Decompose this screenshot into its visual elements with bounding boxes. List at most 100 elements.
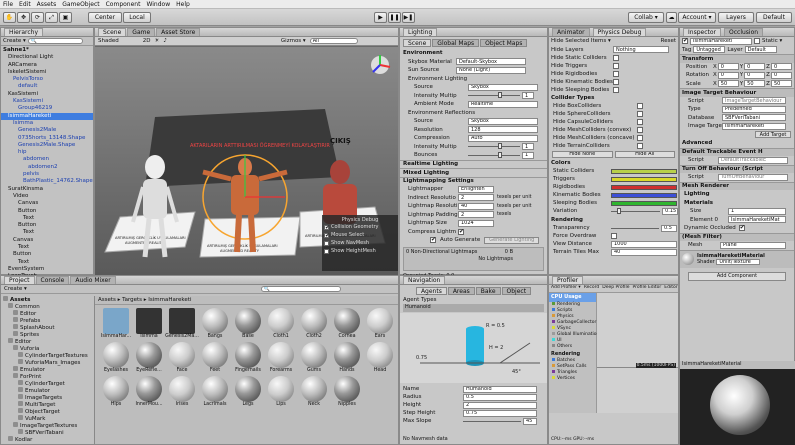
- transform-component-header[interactable]: Transform: [680, 54, 794, 63]
- asset-item[interactable]: Ears: [364, 308, 396, 339]
- transform-pos-z[interactable]: 0: [770, 63, 792, 71]
- lighting-row-value[interactable]: 1: [522, 92, 534, 100]
- asset-item[interactable]: Bangs: [199, 308, 231, 339]
- hierarchy-item[interactable]: hip: [1, 149, 93, 156]
- asset-item[interactable]: Lacrimals: [199, 376, 231, 407]
- lighting-row-value[interactable]: Skybox: [468, 83, 538, 91]
- gizmos-dropdown[interactable]: Gizmos ▾: [281, 38, 306, 44]
- static-checkbox[interactable]: [754, 38, 760, 45]
- asset-item[interactable]: Neck: [298, 376, 330, 407]
- asset-item[interactable]: Genesis2Ma...: [165, 308, 199, 339]
- render-row-value[interactable]: 1000: [611, 240, 677, 248]
- shading-mode-dropdown[interactable]: Shaded: [98, 38, 119, 44]
- tab-console[interactable]: Console: [35, 276, 70, 284]
- nav-tab-object[interactable]: Object: [501, 287, 532, 295]
- nav-row-value[interactable]: Humanoid: [463, 385, 537, 393]
- transform-pos-y[interactable]: 0: [744, 63, 766, 71]
- profiler-toolbar-item[interactable]: Record: [584, 285, 600, 292]
- lightmap-row-value[interactable]: Enlighten: [458, 185, 494, 193]
- hierarchy-item[interactable]: Text: [1, 229, 93, 236]
- lighting-row-value[interactable]: 1: [522, 143, 534, 151]
- debug-option[interactable]: Mouse Select: [324, 231, 396, 239]
- hierarchy-item[interactable]: Group46219: [1, 105, 93, 112]
- render-row-value[interactable]: 0.5: [661, 224, 677, 232]
- lighting-slider[interactable]: [468, 151, 520, 158]
- transform-rot-x[interactable]: 0: [717, 71, 739, 79]
- hierarchy-item[interactable]: KasSistemi: [1, 98, 93, 105]
- scene-search-input[interactable]: All: [309, 38, 358, 44]
- debug-option-checkbox[interactable]: [324, 224, 330, 231]
- hierarchy-item[interactable]: Text: [1, 244, 93, 251]
- lighting-row-value[interactable]: Default-Skybox: [456, 58, 526, 66]
- hierarchy-item[interactable]: Canvas: [1, 237, 93, 244]
- hierarchy-item[interactable]: pelvis: [1, 171, 93, 178]
- lighting-slider[interactable]: [468, 92, 520, 99]
- script-field-2[interactable]: DefaultTrackableE: [718, 156, 788, 164]
- pause-button-icon[interactable]: ❚❚: [388, 12, 401, 23]
- audio-toggle-icon[interactable]: ♪: [163, 38, 167, 44]
- turn-off-behaviour-header[interactable]: Turn Off Behaviour (Script: [680, 164, 794, 173]
- variation-value[interactable]: 0.15: [662, 207, 679, 215]
- asset-item[interactable]: Eyelashes: [100, 342, 132, 373]
- hand-tool-icon[interactable]: ✋: [3, 12, 16, 23]
- transparency-slider[interactable]: [611, 227, 659, 229]
- color-swatch[interactable]: [611, 200, 677, 206]
- hierarchy-item[interactable]: default: [1, 83, 93, 90]
- tab-audio-mixer[interactable]: Audio Mixer: [70, 276, 116, 284]
- menu-item-file[interactable]: File: [3, 1, 13, 8]
- default-trackable-event-header[interactable]: Default Trackable Event H: [680, 147, 794, 156]
- collider-row-checkbox[interactable]: [637, 135, 643, 141]
- project-folder[interactable]: Emulator: [1, 366, 93, 373]
- hierarchy-item[interactable]: Sahne1*: [1, 47, 93, 54]
- agent-list-humanoid[interactable]: Humanoid: [403, 304, 544, 312]
- tab-occlusion[interactable]: Occlusion: [724, 28, 764, 36]
- rendering-section[interactable]: Rendering: [549, 216, 678, 225]
- menu-item-component[interactable]: Component: [106, 1, 141, 8]
- hierarchy-item[interactable]: Button: [1, 251, 93, 258]
- layout-dropdown[interactable]: Default: [756, 12, 792, 23]
- shader-dropdown[interactable]: Unlit/Texture: [716, 259, 761, 265]
- realtime-lighting-section[interactable]: Realtime Lighting: [400, 159, 547, 169]
- profiler-toolbar-item[interactable]: Editor ▾: [664, 285, 678, 292]
- lighting-row-value[interactable]: 128: [468, 126, 538, 134]
- project-folder[interactable]: SBFVeriTabani: [1, 429, 93, 436]
- physics-reset-button[interactable]: Reset: [661, 38, 676, 44]
- hide-all-button[interactable]: Hide All: [614, 150, 675, 158]
- collider-row-checkbox[interactable]: [637, 119, 643, 125]
- colors-section[interactable]: Colors: [549, 159, 678, 168]
- pivot-center-button[interactable]: Center: [88, 12, 122, 23]
- project-folder[interactable]: Vuforia: [1, 345, 93, 352]
- project-folder[interactable]: Sprites: [1, 331, 93, 338]
- project-folder[interactable]: ForPrint: [1, 373, 93, 380]
- hide-none-button[interactable]: Hide None: [552, 150, 613, 158]
- physics-row-checkbox[interactable]: [613, 54, 619, 61]
- nav-row-value[interactable]: 0.5: [463, 393, 537, 401]
- asset-item[interactable]: Cloth1: [265, 308, 297, 339]
- asset-item[interactable]: Head: [364, 342, 396, 373]
- itb-db-field[interactable]: SBFVeriTabani: [722, 114, 786, 122]
- lighting-tab-object-maps[interactable]: Object Maps: [480, 39, 528, 47]
- lightmap-row-value[interactable]: 40: [458, 202, 494, 210]
- active-checkbox[interactable]: [682, 37, 688, 45]
- hierarchy-item[interactable]: Genesis2Male.Shape: [1, 142, 93, 149]
- project-create-button[interactable]: Create ▾: [4, 286, 27, 292]
- menu-item-assets[interactable]: Assets: [37, 1, 57, 8]
- cpu-usage-module[interactable]: CPU Usage: [549, 293, 596, 302]
- project-folder[interactable]: VuforiaMars_Images: [1, 359, 93, 366]
- asset-item[interactable]: Lips: [265, 376, 297, 407]
- project-folder[interactable]: Editor: [1, 338, 93, 345]
- asset-item[interactable]: Hips: [100, 376, 132, 407]
- render-row-value[interactable]: 40: [611, 248, 677, 256]
- project-folder[interactable]: ImageTargetTextures: [1, 422, 93, 429]
- advanced-foldout[interactable]: Advanced: [680, 139, 794, 148]
- size-field[interactable]: 1: [728, 207, 786, 215]
- hierarchy-item[interactable]: Button: [1, 208, 93, 215]
- pivot-local-button[interactable]: Local: [123, 12, 151, 23]
- lighting-tab-global-maps[interactable]: Global Maps: [432, 39, 480, 47]
- project-folder[interactable]: Emulator: [1, 387, 93, 394]
- hide-layers-dropdown[interactable]: Nothing: [613, 46, 669, 53]
- tab-animator[interactable]: Animator: [552, 28, 590, 36]
- asset-item[interactable]: Isimma: [133, 308, 165, 339]
- hierarchy-item[interactable]: Directional Light: [1, 54, 93, 61]
- hierarchy-item[interactable]: SuratKinsma: [1, 186, 93, 193]
